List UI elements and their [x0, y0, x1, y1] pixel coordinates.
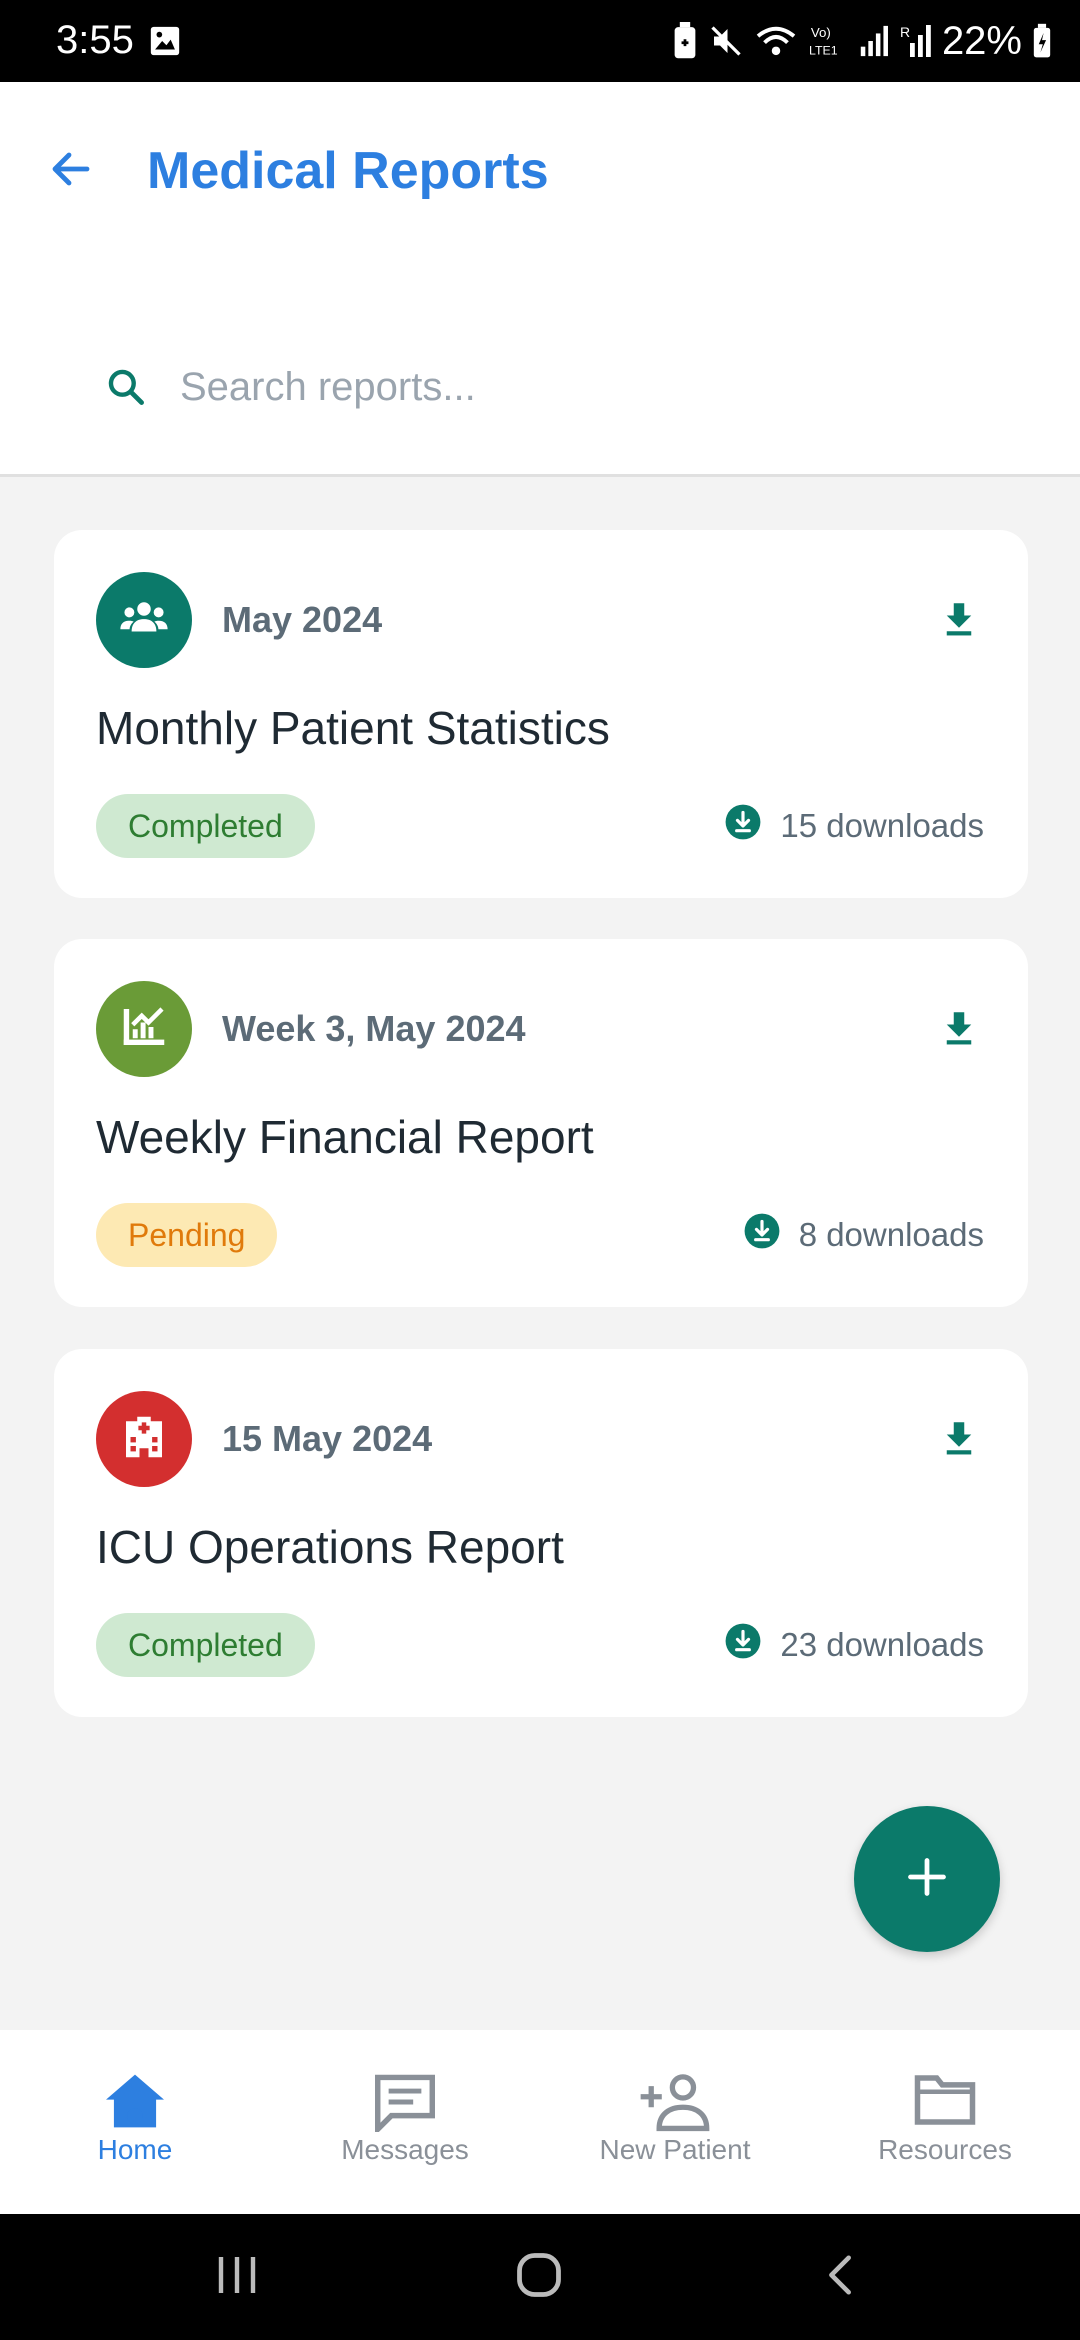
report-date: 15 May 2024: [222, 1418, 433, 1459]
recent-apps-button[interactable]: [202, 2244, 272, 2310]
download-button[interactable]: [924, 1405, 994, 1475]
search-bar[interactable]: [60, 327, 1020, 447]
wifi-icon: [754, 23, 798, 59]
download-button[interactable]: [924, 586, 994, 656]
report-card[interactable]: Week 3, May 2024 Weekly Financial Report…: [54, 939, 1028, 1307]
report-type-badge: [96, 1391, 192, 1487]
report-type-badge: [96, 572, 192, 668]
report-card[interactable]: May 2024 Monthly Patient Statistics Comp…: [54, 530, 1028, 898]
status-icons: Vo) LTE1 R 22%: [672, 16, 1052, 66]
download-count-label: 15 downloads: [780, 807, 984, 844]
status-time: 3:55: [56, 18, 134, 62]
battery-saver-icon: [672, 22, 698, 60]
search-input[interactable]: [180, 327, 1000, 447]
home-button[interactable]: [504, 2244, 574, 2310]
message-icon: [270, 2072, 540, 2142]
folder-icon: [810, 2072, 1080, 2142]
svg-text:Vo): Vo): [811, 25, 831, 40]
download-count: 8 downloads: [743, 1211, 984, 1259]
report-title: Monthly Patient Statistics: [96, 702, 610, 754]
report-card[interactable]: 15 May 2024 ICU Operations Report Comple…: [54, 1349, 1028, 1717]
app-header: Medical Reports: [0, 82, 1080, 477]
back-button[interactable]: [36, 136, 106, 206]
report-title: ICU Operations Report: [96, 1521, 564, 1573]
download-count-label: 8 downloads: [798, 1216, 984, 1253]
active-indicator: [127, 2108, 143, 2124]
download-icon: [938, 1417, 980, 1464]
add-report-button[interactable]: [854, 1806, 1000, 1952]
mute-icon: [708, 23, 744, 59]
download-icon: [938, 1007, 980, 1054]
bottom-navigation: Home Messages New Patient Resources: [0, 2030, 1080, 2214]
status-bar: 3:55 Vo) LTE1 R 22%: [0, 0, 1080, 82]
nav-label: Resources: [878, 2134, 1012, 2165]
arrow-left-icon: [47, 145, 95, 198]
people-group-icon: [117, 591, 171, 650]
download-button[interactable]: [924, 995, 994, 1065]
gallery-icon: [148, 24, 182, 58]
chevron-left-icon: [821, 2252, 861, 2303]
report-date: Week 3, May 2024: [222, 1008, 526, 1049]
nav-label: New Patient: [599, 2134, 751, 2165]
home-circle-icon: [513, 2249, 565, 2306]
download-circle-icon: [724, 803, 762, 849]
download-count: 15 downloads: [724, 802, 984, 850]
svg-text:R: R: [900, 24, 910, 40]
nav-resources[interactable]: Resources: [810, 2030, 1080, 2214]
status-badge: Pending: [96, 1203, 278, 1267]
nav-label: Home: [97, 2134, 173, 2165]
page-title: Medical Reports: [147, 142, 549, 200]
battery-percent: 22%: [941, 18, 1022, 63]
download-count-label: 23 downloads: [780, 1626, 984, 1663]
recent-apps-icon: [213, 2252, 261, 2303]
back-nav-button[interactable]: [806, 2244, 876, 2310]
svg-text:LTE1: LTE1: [809, 43, 838, 57]
hospital-icon: [117, 1410, 171, 1469]
report-title: Weekly Financial Report: [96, 1111, 594, 1163]
status-badge: Completed: [96, 1613, 315, 1677]
download-icon: [938, 598, 980, 645]
plus-icon: [905, 1855, 949, 1904]
nav-label: Messages: [341, 2134, 469, 2165]
status-badge: Completed: [96, 794, 315, 858]
download-count: 23 downloads: [724, 1621, 984, 1669]
nav-messages[interactable]: Messages: [270, 2030, 540, 2214]
battery-charging-icon: [1032, 23, 1052, 59]
report-date: May 2024: [222, 599, 383, 640]
home-icon: [0, 2072, 270, 2142]
system-navigation-bar: [0, 2214, 1080, 2340]
volte-icon: Vo) LTE1: [808, 22, 848, 60]
download-circle-icon: [724, 1622, 762, 1668]
roaming-signal-icon: R: [900, 23, 932, 59]
add-person-icon: [540, 2072, 810, 2142]
signal-icon: [858, 24, 890, 58]
chart-trend-icon: [117, 1000, 171, 1059]
report-type-badge: [96, 981, 192, 1077]
search-icon: [96, 327, 156, 447]
nav-new-patient[interactable]: New Patient: [540, 2030, 810, 2214]
download-circle-icon: [743, 1212, 781, 1258]
